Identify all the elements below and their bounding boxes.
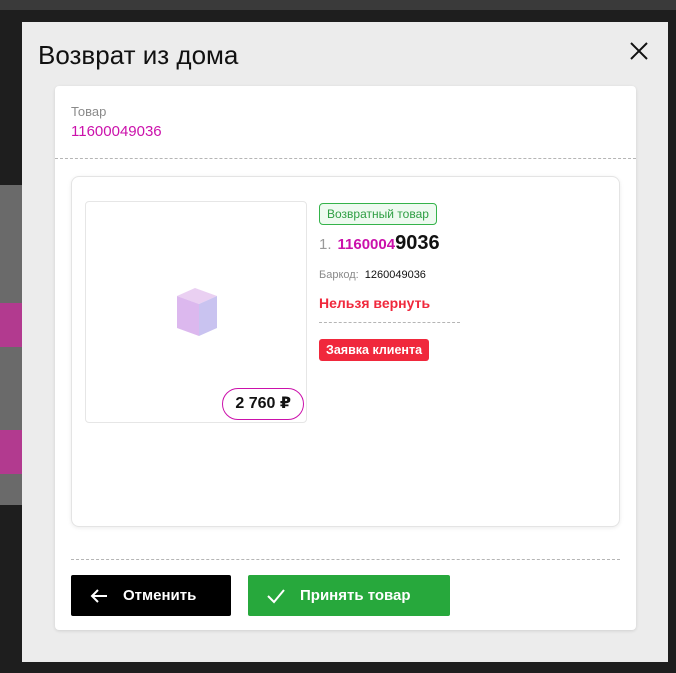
barcode-value: 1260049036 [364,269,426,281]
checkmark-icon [267,588,285,603]
return-card: Товар 11600049036 2 760 ₽ Возвратный тов… [55,86,636,630]
background-pink-button [0,430,22,474]
item-photo: 2 760 ₽ [85,201,307,423]
item-card: 2 760 ₽ Возвратный товар 1. 1160004 9036… [71,176,620,527]
cannot-return-warning: Нельзя вернуть [319,295,431,311]
price-badge: 2 760 ₽ [222,388,304,420]
close-icon[interactable] [624,36,654,66]
item-index: 1. [319,236,332,253]
item-number-row: 1. 1160004 9036 [319,232,609,255]
divider [71,559,620,560]
barcode-row: Баркод: 1260049036 [319,269,609,281]
goods-label: Товар [71,104,107,119]
accept-button[interactable]: Принять товар [248,575,450,616]
goods-value: 11600049036 [71,123,162,140]
item-info: Возвратный товар 1. 1160004 9036 Баркод:… [319,203,609,361]
item-number-prefix: 1160004 [337,236,396,253]
box-placeholder-icon [177,288,217,336]
barcode-label: Баркод: [319,269,359,281]
divider [319,322,460,323]
item-number-suffix: 9036 [395,232,440,254]
cancel-button[interactable]: Отменить [71,575,231,616]
return-modal: Возврат из дома Товар 11600049036 2 760 … [22,22,668,662]
cancel-label: Отменить [123,587,197,604]
divider [55,158,636,159]
background-strip [0,0,676,10]
client-request-badge: Заявка клиента [319,339,430,361]
accept-label: Принять товар [300,587,411,604]
modal-title: Возврат из дома [38,40,239,70]
background-pink-button [0,303,22,347]
return-status-badge: Возвратный товар [319,203,437,225]
arrow-left-icon [90,588,107,603]
